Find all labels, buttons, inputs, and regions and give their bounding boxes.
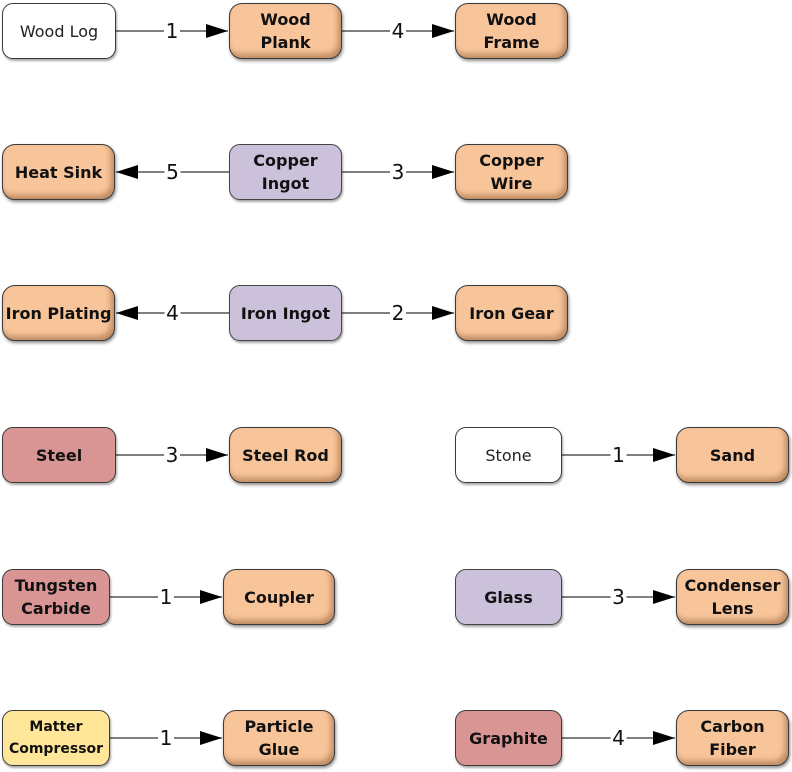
node-label-line: Heat Sink bbox=[14, 162, 103, 182]
node-label-line: Condenser bbox=[684, 576, 781, 595]
node-label-line: Wood bbox=[486, 10, 537, 29]
node-particle-glue: Particle Glue bbox=[223, 710, 335, 766]
edge-quantity-label: 3 bbox=[612, 585, 625, 609]
node-sand: Sand bbox=[676, 427, 789, 483]
node-copper-ingot: Copper Ingot bbox=[229, 144, 342, 200]
node-label-line: Wood bbox=[260, 10, 311, 29]
node-wood-plank: Wood Plank bbox=[229, 3, 342, 59]
node-label-line: Steel Rod bbox=[242, 445, 329, 465]
edge-quantity-label: 3 bbox=[392, 160, 405, 184]
node-label-line: Stone bbox=[485, 445, 532, 465]
node-label: Iron Plating bbox=[6, 302, 112, 325]
edge-quantity-label: 1 bbox=[160, 585, 173, 609]
node-label: Sand bbox=[710, 444, 755, 467]
node-label-line: Ingot bbox=[261, 174, 310, 193]
node-label: Heat Sink bbox=[15, 161, 102, 184]
node-label-line: Plank bbox=[260, 33, 311, 52]
node-matter-compressor: Matter Compressor bbox=[2, 710, 110, 766]
node-label: Copper Wire bbox=[479, 149, 543, 195]
node-label-line: Coupler bbox=[244, 587, 314, 607]
node-label-line: Copper bbox=[479, 151, 544, 170]
node-steel: Steel bbox=[2, 427, 116, 483]
edge-quantity-label: 1 bbox=[612, 443, 625, 467]
node-glass: Glass bbox=[455, 569, 562, 625]
node-iron-plating: Iron Plating bbox=[2, 285, 115, 341]
edge-quantity-label: 3 bbox=[166, 443, 179, 467]
edge-quantity-label: 4 bbox=[612, 726, 625, 750]
node-label-line: Glue bbox=[258, 740, 300, 759]
node-graphite: Graphite bbox=[455, 710, 562, 766]
node-copper-wire: Copper Wire bbox=[455, 144, 568, 200]
node-label-line: Copper bbox=[253, 151, 318, 170]
edge-quantity-label: 1 bbox=[166, 19, 179, 43]
node-label-line: Wood Log bbox=[19, 21, 99, 41]
node-label-line: Lens bbox=[711, 599, 754, 618]
edge-quantity-label: 4 bbox=[392, 19, 405, 43]
node-label: Coupler bbox=[244, 586, 314, 609]
node-heat-sink: Heat Sink bbox=[2, 144, 115, 200]
node-label-line: Iron Ingot bbox=[240, 303, 331, 323]
edge-quantity-label: 1 bbox=[160, 726, 173, 750]
edge-quantity-label: 5 bbox=[166, 160, 179, 184]
node-label-line: Iron Gear bbox=[469, 303, 554, 323]
node-label-line: Compressor bbox=[8, 741, 104, 757]
node-label: Matter Compressor bbox=[9, 716, 103, 760]
node-label-line: Carbide bbox=[21, 599, 91, 618]
node-label: Iron Ingot bbox=[241, 302, 330, 325]
recipe-diagram: 1 4 5 3 4 2 3 1 1 3 1 4 Wood Log Wood Plank Wood Frame H… bbox=[0, 0, 792, 772]
node-label: Wood Frame bbox=[483, 8, 539, 54]
node-label: Steel bbox=[36, 444, 82, 467]
node-iron-ingot: Iron Ingot bbox=[229, 285, 342, 341]
edge-quantity-label: 2 bbox=[392, 301, 405, 325]
node-label: Particle Glue bbox=[245, 715, 314, 761]
node-label: Glass bbox=[484, 586, 532, 609]
node-steel-rod: Steel Rod bbox=[229, 427, 342, 483]
node-label: Condenser Lens bbox=[684, 574, 780, 620]
node-label: Copper Ingot bbox=[253, 149, 317, 195]
node-label: Stone bbox=[485, 444, 531, 467]
node-label-line: Matter bbox=[29, 719, 83, 735]
node-label: Iron Gear bbox=[469, 302, 553, 325]
node-label: Steel Rod bbox=[242, 444, 329, 467]
node-label: Carbon Fiber bbox=[700, 715, 764, 761]
node-label: Wood Plank bbox=[260, 8, 311, 54]
node-wood-frame: Wood Frame bbox=[455, 3, 568, 59]
node-label: Tungsten Carbide bbox=[15, 574, 98, 620]
node-stone: Stone bbox=[455, 427, 562, 483]
node-tungsten-carbide: Tungsten Carbide bbox=[2, 569, 110, 625]
node-condenser-lens: Condenser Lens bbox=[676, 569, 789, 625]
node-label-line: Frame bbox=[483, 33, 540, 52]
node-label: Wood Log bbox=[20, 20, 98, 43]
node-label-line: Glass bbox=[484, 587, 533, 607]
node-label: Graphite bbox=[469, 727, 548, 750]
edge-layer: 1 4 5 3 4 2 3 1 1 3 1 4 bbox=[110, 19, 675, 750]
node-label-line: Particle bbox=[244, 717, 314, 736]
node-label-line: Iron Plating bbox=[5, 303, 112, 323]
node-wood-log: Wood Log bbox=[2, 3, 116, 59]
node-label-line: Graphite bbox=[469, 728, 548, 748]
node-label-line: Wire bbox=[490, 174, 533, 193]
node-iron-gear: Iron Gear bbox=[455, 285, 568, 341]
node-carbon-fiber: Carbon Fiber bbox=[676, 710, 789, 766]
node-label-line: Sand bbox=[709, 445, 756, 465]
node-label-line: Carbon bbox=[700, 717, 765, 736]
node-label-line: Tungsten bbox=[14, 576, 98, 595]
node-label-line: Fiber bbox=[709, 740, 756, 759]
node-coupler: Coupler bbox=[223, 569, 335, 625]
edge-quantity-label: 4 bbox=[166, 301, 179, 325]
node-label-line: Steel bbox=[35, 445, 83, 465]
